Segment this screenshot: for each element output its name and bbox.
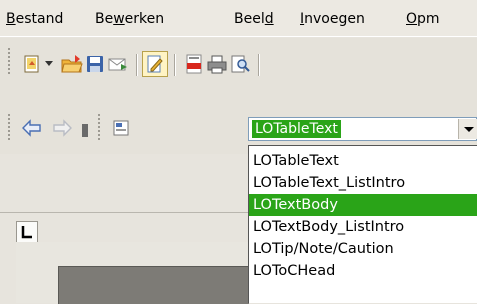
- left-tab-icon: [21, 226, 32, 239]
- style-option-selected[interactable]: LOTextBody: [249, 194, 477, 216]
- toolbar-separator: [136, 54, 137, 76]
- open-folder-icon[interactable]: [60, 52, 84, 76]
- menu-beeld[interactable]: Beeld: [234, 10, 274, 28]
- menu-bar: Bestand Bewerken Beeld Invoegen Opm: [0, 0, 477, 36]
- style-option[interactable]: LOTextBody_ListIntro: [249, 216, 477, 238]
- print-icon[interactable]: [205, 52, 229, 76]
- toolbar-grip[interactable]: [8, 48, 11, 76]
- edit-mode-icon[interactable]: [142, 51, 168, 77]
- style-option[interactable]: LOTableText_ListIntro: [249, 172, 477, 194]
- menubar-divider: [0, 36, 477, 37]
- toolbar-separator: [258, 54, 259, 76]
- style-option[interactable]: LOToCHead: [249, 260, 477, 282]
- forward-arrow-icon[interactable]: [50, 116, 74, 140]
- standard-toolbar: [0, 38, 477, 104]
- dropdown-arrow-icon[interactable]: [43, 52, 55, 76]
- toolbar-separator: [174, 54, 175, 76]
- menu-bestand[interactable]: Bestand: [6, 10, 63, 28]
- menu-invoegen[interactable]: Invoegen: [300, 10, 365, 28]
- toolbar-overflow-icon[interactable]: [78, 116, 92, 140]
- chevron-down-icon: [464, 127, 474, 132]
- document-page[interactable]: [58, 266, 249, 304]
- email-icon[interactable]: [106, 52, 130, 76]
- toolbar-grip[interactable]: [98, 114, 101, 142]
- menu-bewerken[interactable]: Bewerken: [95, 10, 164, 28]
- toolbar-grip[interactable]: [8, 114, 11, 142]
- ruler-tab-selector[interactable]: [16, 221, 38, 243]
- paragraph-style-value[interactable]: LOTableText: [252, 120, 341, 138]
- paragraph-style-list: LOTableText LOTableText_ListIntro LOText…: [248, 145, 477, 303]
- new-document-icon[interactable]: [20, 52, 44, 76]
- print-preview-icon[interactable]: [228, 52, 252, 76]
- paragraph-style-combobox[interactable]: LOTableText: [248, 117, 477, 141]
- style-option[interactable]: LOTip/Note/Caution: [249, 238, 477, 260]
- combobox-dropdown-button[interactable]: [458, 119, 477, 139]
- menu-opmaak[interactable]: Opm: [406, 10, 440, 28]
- style-option[interactable]: LOTableText: [249, 150, 477, 172]
- document-divider: [0, 212, 248, 213]
- back-arrow-icon[interactable]: [20, 116, 44, 140]
- save-icon[interactable]: [83, 52, 107, 76]
- styles-formatting-icon[interactable]: [108, 116, 134, 140]
- export-pdf-icon[interactable]: [182, 52, 206, 76]
